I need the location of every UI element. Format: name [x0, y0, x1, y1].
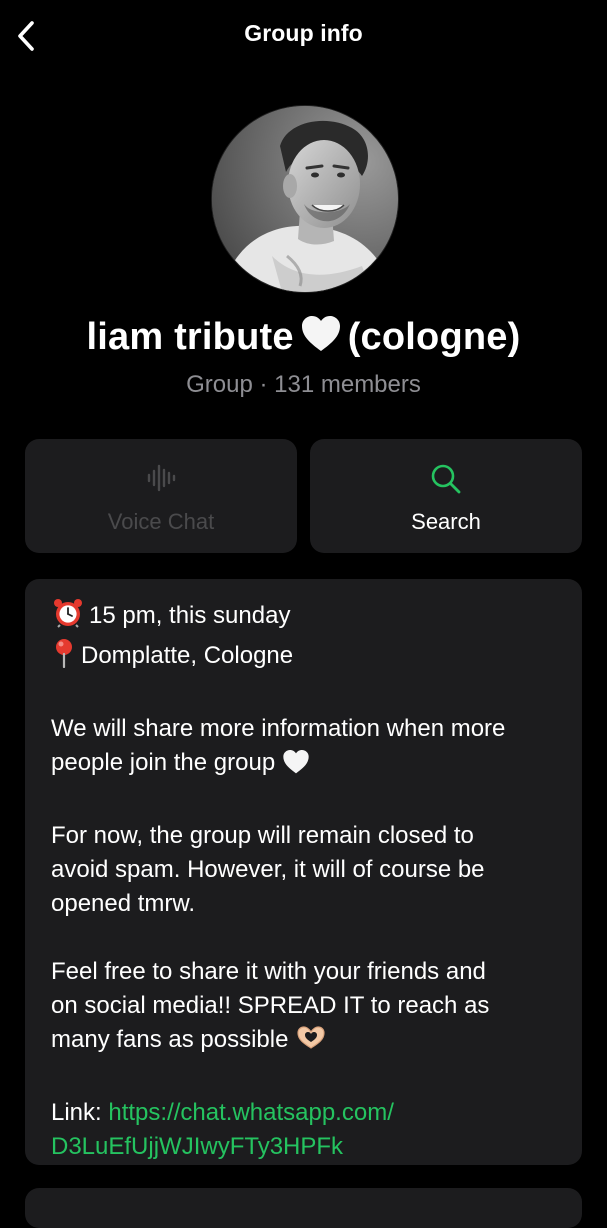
voice-chat-label: Voice Chat — [107, 509, 215, 534]
group-avatar[interactable] — [211, 105, 399, 293]
group-name-suffix: (cologne) — [347, 316, 521, 359]
group-name: liam tribute (cologne) — [0, 315, 607, 363]
description-place-line: Domplatte, Cologne — [51, 638, 561, 678]
invite-link[interactable]: https://chat.whatsapp.com/ — [108, 1099, 393, 1126]
description-line-with-hands: many fans as possible — [51, 1023, 561, 1062]
description-line: For now, the group will remain closed to — [51, 822, 474, 849]
group-name-text: liam tribute — [86, 316, 294, 359]
search-icon — [310, 463, 582, 495]
description-link-line: Link: https://chat.whatsapp.com/ — [51, 1096, 561, 1130]
heart-hands-icon — [295, 1024, 327, 1062]
description-line: avoid spam. However, it will of course b… — [51, 856, 485, 883]
description-line: We will share more information when more — [51, 715, 506, 742]
white-heart-icon — [282, 749, 310, 785]
description-line: Feel free to share it with your friends … — [51, 958, 486, 985]
description-line: on social media!! SPREAD IT to reach as — [51, 992, 490, 1019]
description-link-line-2: D3LuEfUjjWJIwyFTy3HPFk — [51, 1130, 561, 1164]
search-button[interactable]: Search — [310, 439, 582, 553]
group-description-card: 15 pm, this sunday Domplatte, Cologne We… — [25, 579, 582, 1165]
description-line: people join the group — [51, 749, 276, 776]
waveform-icon — [25, 463, 297, 493]
voice-chat-button[interactable]: Voice Chat — [25, 439, 297, 553]
description-time-line: 15 pm, this sunday — [51, 598, 561, 638]
white-heart-icon — [300, 315, 342, 363]
description-line: many fans as possible — [51, 1026, 289, 1053]
page-title: Group info — [244, 20, 363, 46]
description-line: opened tmrw. — [51, 890, 196, 917]
invite-link-continued[interactable]: D3LuEfUjjWJIwyFTy3HPFk — [51, 1133, 343, 1160]
description-time: 15 pm, this sunday — [89, 602, 291, 629]
group-photo — [212, 106, 398, 292]
next-section-card — [25, 1188, 582, 1228]
alarm-clock-icon — [51, 598, 85, 638]
group-description: 15 pm, this sunday Domplatte, Cologne We… — [51, 598, 561, 1164]
search-label: Search — [411, 509, 481, 534]
group-member-count: Group · 131 members — [186, 371, 421, 398]
pushpin-icon — [51, 638, 77, 678]
link-label: Link: — [51, 1099, 102, 1126]
description-place: Domplatte, Cologne — [81, 642, 294, 669]
description-line-with-heart: people join the group — [51, 746, 561, 785]
top-bar: Group info — [0, 0, 607, 70]
